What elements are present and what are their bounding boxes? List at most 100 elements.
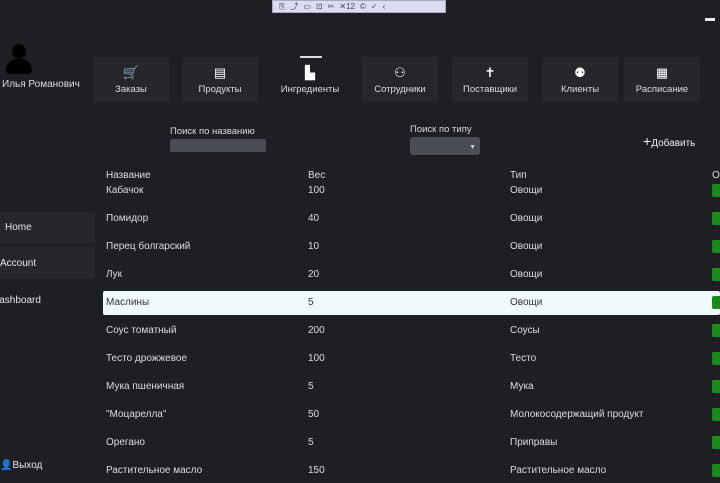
nav-tab-label: Клиенты [560, 83, 600, 95]
cart-icon: 🛒 [122, 64, 140, 80]
edit-button[interactable] [712, 380, 720, 393]
cell-name: Мука пшеничная [106, 381, 185, 392]
cell-type: Соусы [510, 325, 540, 336]
table-row[interactable]: Тесто дрожжевое 100 Тесто [103, 347, 720, 371]
cell-name: Лук [106, 269, 123, 280]
table-row[interactable]: Перец болгарский 10 Овощи [103, 235, 720, 259]
table-row[interactable]: Маслины 5 Овощи [103, 291, 720, 315]
cell-type: Овощи [510, 185, 543, 196]
nav-tab-6[interactable]: ▦ Расписание [624, 57, 700, 102]
toolbar-icon[interactable]: © [360, 2, 366, 11]
cell-weight: 50 [308, 409, 320, 420]
add-label: Добавить [651, 138, 696, 149]
nav-tab-label: Продукты [198, 83, 242, 95]
minimize-button[interactable] [705, 18, 715, 21]
cell-weight: 10 [308, 241, 320, 252]
cell-name: Орегано [106, 437, 145, 448]
cell-type: Овощи [510, 297, 543, 308]
nav-tab-3[interactable]: ⚇ Сотрудники [362, 57, 438, 102]
nav-tab-label: Заказы [115, 83, 147, 95]
toolbar-icon[interactable]: ✂ [328, 2, 335, 11]
active-tab-indicator [300, 56, 322, 58]
cell-name: Кабачок [106, 185, 144, 196]
nav-tab-label: Сотрудники [374, 83, 426, 95]
edit-button[interactable] [712, 436, 720, 449]
sidebar-item-home[interactable]: Home [0, 212, 95, 243]
toolbar-icon[interactable]: ⎘ [279, 2, 285, 12]
edit-button[interactable] [712, 184, 720, 197]
toolbar-icon[interactable]: ▭ [303, 2, 311, 11]
toolbar-icon[interactable]: ✕12 [339, 2, 355, 11]
cell-name: Маслины [106, 297, 150, 308]
table-row[interactable]: Соус томатный 200 Соусы [103, 319, 720, 343]
nav-tab-1[interactable]: ▤ Продукты [182, 57, 258, 102]
avatar [4, 44, 34, 76]
table-row[interactable]: Кабачок 100 Овощи [103, 179, 720, 203]
edit-button[interactable] [712, 324, 720, 337]
logout-icon: 👤 [0, 460, 13, 471]
chevron-down-icon: ▼ [469, 144, 476, 151]
sidebar-item-account[interactable]: Account [0, 247, 95, 279]
table-row[interactable]: Лук 20 Овощи [103, 263, 720, 287]
cell-type: Овощи [510, 269, 543, 280]
cell-type: Молокосодержащий продукт [510, 409, 644, 420]
floating-toolbar: ⎘ ⤴ ▭ ⊡ ✂ ✕12 © ✓ ‹ [272, 0, 446, 13]
nav-tab-4[interactable]: ✝ Поставщики [452, 57, 528, 102]
edit-button[interactable] [712, 212, 720, 225]
table-row[interactable]: Мука пшеничная 5 Мука [103, 375, 720, 399]
toolbar-icon[interactable]: ‹ [383, 2, 386, 11]
suppliers-icon: ✝ [484, 64, 496, 80]
nav-tab-2[interactable]: ▙ Ингредиенты [272, 57, 348, 102]
cell-name: Тесто дрожжевое [106, 353, 188, 364]
edit-button[interactable] [712, 268, 720, 281]
employees-icon: ⚇ [394, 64, 406, 80]
edit-button[interactable] [712, 296, 720, 309]
cell-weight: 150 [308, 465, 325, 476]
toolbar-icon[interactable]: ✓ [371, 2, 378, 11]
schedule-icon: ▦ [655, 64, 669, 80]
cell-type: Тесто [510, 353, 537, 364]
cell-weight: 5 [308, 381, 314, 392]
nav-tab-0[interactable]: 🛒 Заказы [93, 57, 169, 102]
toolbar-icon[interactable]: ⤴ [290, 1, 298, 12]
cell-type: Приправы [510, 437, 558, 448]
nav-tab-label: Расписание [635, 83, 689, 95]
type-search-label: Поиск по типу [410, 124, 472, 135]
cell-weight: 20 [308, 269, 320, 280]
toolbar-icon[interactable]: ⊡ [316, 2, 323, 11]
nav-tab-5[interactable]: ⚉ Клиенты [542, 57, 618, 102]
cell-weight: 100 [308, 185, 325, 196]
edit-button[interactable] [712, 352, 720, 365]
cell-name: Растительное масло [106, 465, 203, 476]
table-row[interactable]: "Моцарелла" 50 Молокосодержащий продукт [103, 403, 720, 427]
cell-weight: 200 [308, 325, 325, 336]
logout-button[interactable]: 👤Выход [0, 460, 42, 471]
edit-button[interactable] [712, 240, 720, 253]
edit-button[interactable] [712, 464, 720, 477]
add-button[interactable]: +Добавить [643, 133, 695, 149]
cell-weight: 5 [308, 297, 314, 308]
plus-icon: + [643, 133, 652, 149]
cell-type: Овощи [510, 213, 543, 224]
clients-icon: ⚉ [574, 64, 586, 80]
cell-weight: 40 [308, 213, 320, 224]
name-search-label: Поиск по названию [170, 126, 255, 137]
table-row[interactable]: Растительное масло 150 Растительное масло [103, 459, 720, 483]
edit-button[interactable] [712, 408, 720, 421]
cell-name: Перец болгарский [106, 241, 191, 252]
cell-name: "Моцарелла" [106, 409, 167, 420]
table-row[interactable]: Орегано 5 Приправы [103, 431, 720, 455]
user-name: Илья Романович [2, 79, 80, 90]
table-row[interactable]: Помидор 40 Овощи [103, 207, 720, 231]
type-search-select[interactable]: ▼ [410, 137, 480, 155]
sidebar-item-label: Dashboard [0, 294, 41, 306]
nav-tab-label: Поставщики [462, 83, 518, 95]
cell-type: Мука [510, 381, 534, 392]
cell-weight: 100 [308, 353, 325, 364]
cell-name: Помидор [106, 213, 149, 224]
cell-name: Соус томатный [106, 325, 177, 336]
name-search-input[interactable] [170, 139, 266, 152]
sidebar-item-dashboard[interactable]: Dashboard [0, 285, 87, 315]
sidebar-item-label: Account [0, 257, 37, 269]
logout-label: Выход [12, 460, 43, 471]
